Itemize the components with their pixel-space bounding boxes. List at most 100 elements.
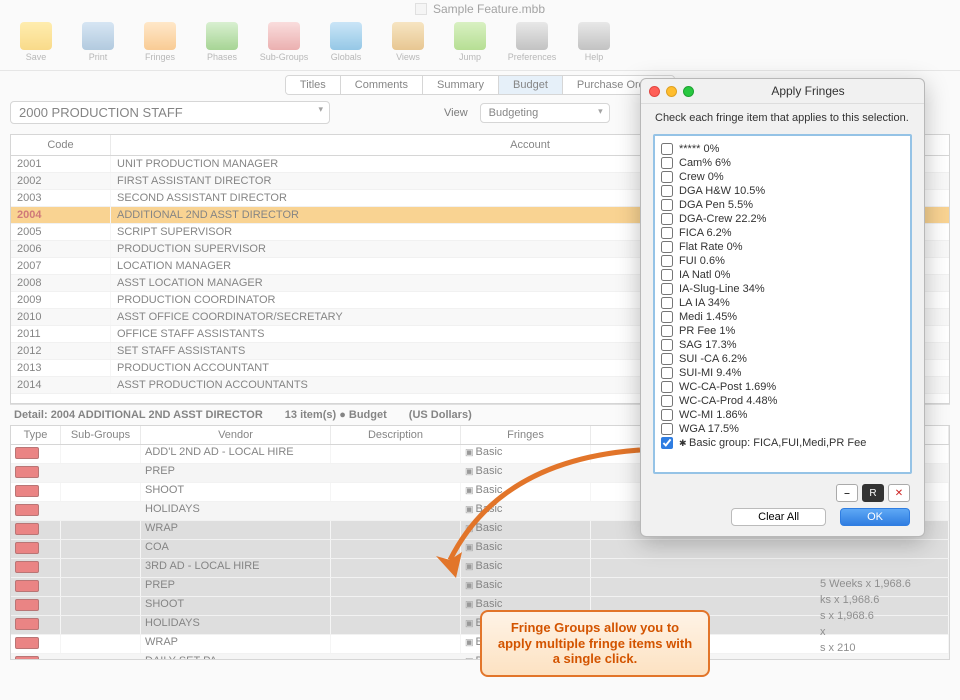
fringe-checkbox[interactable]	[661, 199, 673, 211]
fringe-label: DGA H&W 10.5%	[679, 185, 765, 197]
views-button-icon	[392, 22, 424, 50]
fringe-item[interactable]: Cam% 6%	[659, 156, 906, 170]
jump-button[interactable]: Jump	[442, 22, 498, 62]
fringes-button[interactable]: Fringes	[132, 22, 188, 62]
fringe-checkbox[interactable]	[661, 241, 673, 253]
account-code: 2013	[11, 360, 111, 376]
preferences-button[interactable]: Preferences	[504, 22, 560, 62]
help-button-icon	[578, 22, 610, 50]
fringe-item[interactable]: SAG 17.3%	[659, 338, 906, 352]
detail-type	[11, 559, 61, 577]
fringe-item[interactable]: SUI-MI 9.4%	[659, 366, 906, 380]
phases-button-icon	[206, 22, 238, 50]
detail-vendor: PREP	[141, 464, 331, 482]
detail-description	[331, 521, 461, 539]
tab-summary[interactable]: Summary	[423, 76, 499, 94]
col-vendor[interactable]: Vendor	[141, 426, 331, 444]
detail-description	[331, 540, 461, 558]
help-button-label: Help	[585, 52, 604, 62]
fringe-item[interactable]: FICA 6.2%	[659, 226, 906, 240]
col-fringes[interactable]: Fringes	[461, 426, 591, 444]
category-select[interactable]: 2000 PRODUCTION STAFF	[10, 101, 330, 124]
col-description[interactable]: Description	[331, 426, 461, 444]
fringe-checkbox[interactable]	[661, 353, 673, 365]
fringe-checkbox[interactable]	[661, 297, 673, 309]
fringe-item[interactable]: IA Natl 0%	[659, 268, 906, 282]
subgroups-button[interactable]: Sub-Groups	[256, 22, 312, 62]
fringe-item[interactable]: WC-CA-Post 1.69%	[659, 380, 906, 394]
phases-button[interactable]: Phases	[194, 22, 250, 62]
minimize-icon[interactable]	[666, 86, 677, 97]
fringe-item[interactable]: FUI 0.6%	[659, 254, 906, 268]
fringe-item[interactable]: Medi 1.45%	[659, 310, 906, 324]
fringe-checkbox[interactable]	[661, 213, 673, 225]
fringe-list[interactable]: ***** 0%Cam% 6%Crew 0%DGA H&W 10.5%DGA P…	[653, 134, 912, 474]
fringe-checkbox[interactable]	[661, 381, 673, 393]
fringe-item[interactable]: WC-CA-Prod 4.48%	[659, 394, 906, 408]
globals-button[interactable]: Globals	[318, 22, 374, 62]
close-icon[interactable]	[649, 86, 660, 97]
fringe-checkbox[interactable]	[661, 171, 673, 183]
fringe-label: SUI-MI 9.4%	[679, 367, 741, 379]
views-button[interactable]: Views	[380, 22, 436, 62]
fringe-checkbox[interactable]	[661, 339, 673, 351]
fringe-item[interactable]: DGA H&W 10.5%	[659, 184, 906, 198]
fringe-item[interactable]: ***** 0%	[659, 142, 906, 156]
detail-description	[331, 597, 461, 615]
fringe-checkbox[interactable]	[661, 255, 673, 267]
fringe-checkbox[interactable]	[661, 423, 673, 435]
fringe-label: IA Natl 0%	[679, 269, 730, 281]
delete-button[interactable]: ✕	[888, 484, 910, 502]
col-code[interactable]: Code	[11, 135, 111, 155]
phases-button-label: Phases	[207, 52, 237, 62]
fringe-checkbox[interactable]	[661, 227, 673, 239]
fringe-item[interactable]: Basic group: FICA,FUI,Medi,PR Fee	[659, 436, 906, 450]
fringe-checkbox[interactable]	[661, 185, 673, 197]
fringe-item[interactable]: Flat Rate 0%	[659, 240, 906, 254]
help-button[interactable]: Help	[566, 22, 622, 62]
print-button[interactable]: Print	[70, 22, 126, 62]
fringe-item[interactable]: DGA-Crew 22.2%	[659, 212, 906, 226]
ok-button[interactable]: OK	[840, 508, 910, 526]
account-code: 2007	[11, 258, 111, 274]
expand-button[interactable]: ⎯	[836, 484, 858, 502]
fringe-checkbox[interactable]	[661, 269, 673, 281]
fringe-item[interactable]: Crew 0%	[659, 170, 906, 184]
detail-row[interactable]: 3RD AD - LOCAL HIRE Basic	[11, 559, 949, 578]
detail-subgroup	[61, 540, 141, 558]
tab-titles[interactable]: Titles	[286, 76, 341, 94]
fringe-checkbox[interactable]	[661, 409, 673, 421]
fringe-checkbox[interactable]	[661, 143, 673, 155]
fringe-checkbox[interactable]	[661, 283, 673, 295]
col-type[interactable]: Type	[11, 426, 61, 444]
fringe-item[interactable]: WGA 17.5%	[659, 422, 906, 436]
detail-row[interactable]: PREP Basic	[11, 578, 949, 597]
detail-fringe: Basic	[461, 483, 591, 501]
fringe-item[interactable]: WC-MI 1.86%	[659, 408, 906, 422]
fringe-checkbox[interactable]	[661, 157, 673, 169]
save-button[interactable]: Save	[8, 22, 64, 62]
tab-budget[interactable]: Budget	[499, 76, 563, 94]
detail-row[interactable]: COA Basic	[11, 540, 949, 559]
fringe-checkbox[interactable]	[661, 367, 673, 379]
fringe-item[interactable]: LA IA 34%	[659, 296, 906, 310]
fringe-item[interactable]: SUI -CA 6.2%	[659, 352, 906, 366]
fringe-checkbox[interactable]	[661, 395, 673, 407]
zoom-icon[interactable]	[683, 86, 694, 97]
amount-peek: 5 Weeks x 1,968.6ks x 1,968.6s x 1,968.6…	[820, 576, 911, 656]
fringe-checkbox[interactable]	[661, 311, 673, 323]
save-button-label: Save	[26, 52, 47, 62]
detail-vendor: WRAP	[141, 521, 331, 539]
fringe-checkbox[interactable]	[661, 437, 673, 449]
fringe-item[interactable]: DGA Pen 5.5%	[659, 198, 906, 212]
view-select[interactable]: Budgeting	[480, 103, 610, 123]
fringe-item[interactable]: IA-Slug-Line 34%	[659, 282, 906, 296]
detail-fringe: Basic	[461, 540, 591, 558]
tab-comments[interactable]: Comments	[341, 76, 423, 94]
detail-subgroup	[61, 559, 141, 577]
clear-all-button[interactable]: Clear All	[731, 508, 826, 526]
fringe-item[interactable]: PR Fee 1%	[659, 324, 906, 338]
fringe-checkbox[interactable]	[661, 325, 673, 337]
col-subgroups[interactable]: Sub-Groups	[61, 426, 141, 444]
reset-button[interactable]: R	[862, 484, 884, 502]
